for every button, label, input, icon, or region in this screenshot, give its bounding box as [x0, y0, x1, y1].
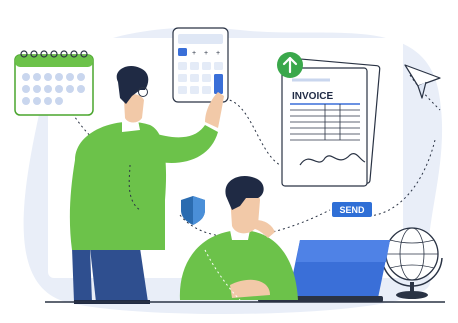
illustration-svg: + + + INVOICE SEND	[14, 27, 445, 314]
svg-text:+: +	[204, 50, 208, 57]
svg-text:+: +	[216, 50, 220, 57]
upload-arrow-icon	[277, 52, 303, 78]
calendar-icon	[14, 50, 94, 116]
send-button-label: SEND	[339, 205, 365, 215]
send-button[interactable]: SEND	[332, 202, 372, 217]
invoice-title: INVOICE	[292, 91, 333, 102]
calculator-icon: + + +	[172, 27, 229, 103]
illustration-scene: + + + INVOICE SEND	[0, 0, 458, 323]
invoice-document	[281, 58, 381, 187]
svg-text:+: +	[192, 50, 196, 57]
